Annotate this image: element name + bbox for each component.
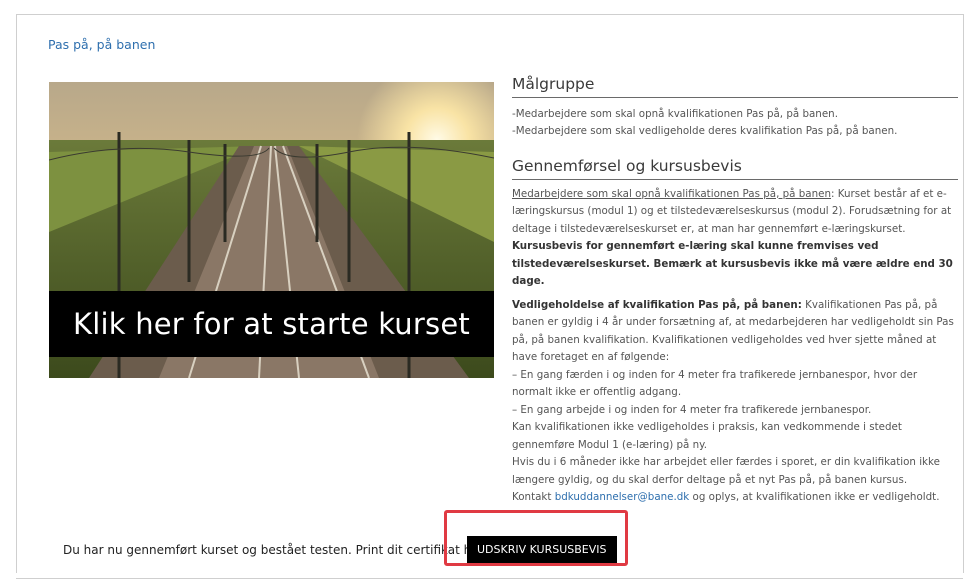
completion-heading: Gennemførsel og kursusbevis (512, 157, 958, 180)
completion-message: Du har nu gennemført kurset og bestået t… (63, 543, 488, 557)
maintenance-title: Vedligeholdelse af kvalifikation Pas på,… (512, 298, 802, 311)
contact-prefix: Kontakt (512, 491, 555, 503)
target-group-section: Målgruppe -Medarbejdere som skal opnå kv… (512, 75, 958, 141)
contact-line: Kontakt bdkuddannelser@bane.dk og oplys,… (512, 489, 958, 507)
maintenance-note: Kan kvalifikationen ikke vedligeholdes i… (512, 421, 902, 451)
completion-paragraph: Medarbejdere som skal opnå kvalifikation… (512, 186, 958, 291)
maintenance-item: – En gang arbejde i og inden for 4 meter… (512, 403, 872, 416)
page-title: Pas på, på banen (48, 37, 156, 52)
maintenance-note: Hvis du i 6 måneder ikke har arbejdet el… (512, 456, 940, 486)
divider (16, 578, 963, 579)
contact-suffix: og oplys, at kvalifikationen ikke er ved… (689, 491, 940, 503)
start-course-image-link[interactable]: Klik her for at starte kurset (49, 82, 494, 378)
highlight-box (444, 510, 628, 566)
target-group-heading: Målgruppe (512, 75, 958, 98)
maintenance-paragraph: Vedligeholdelse af kvalifikation Pas på,… (512, 297, 958, 367)
certificate-note: Kursusbevis for gennemført e-læring skal… (512, 240, 953, 287)
start-course-banner[interactable]: Klik her for at starte kurset (49, 291, 494, 357)
qualification-link[interactable]: Medarbejdere som skal opnå kvalifikation… (512, 188, 831, 200)
completion-section: Gennemførsel og kursusbevis Medarbejdere… (512, 157, 958, 507)
maintenance-item: – En gang færden i og inden for 4 meter … (512, 368, 918, 399)
target-group-item: -Medarbejdere som skal opnå kvalifikatio… (512, 107, 838, 120)
target-group-item: -Medarbejdere som skal vedligeholde dere… (512, 125, 898, 137)
contact-email-link[interactable]: bdkuddannelser@bane.dk (555, 491, 690, 503)
